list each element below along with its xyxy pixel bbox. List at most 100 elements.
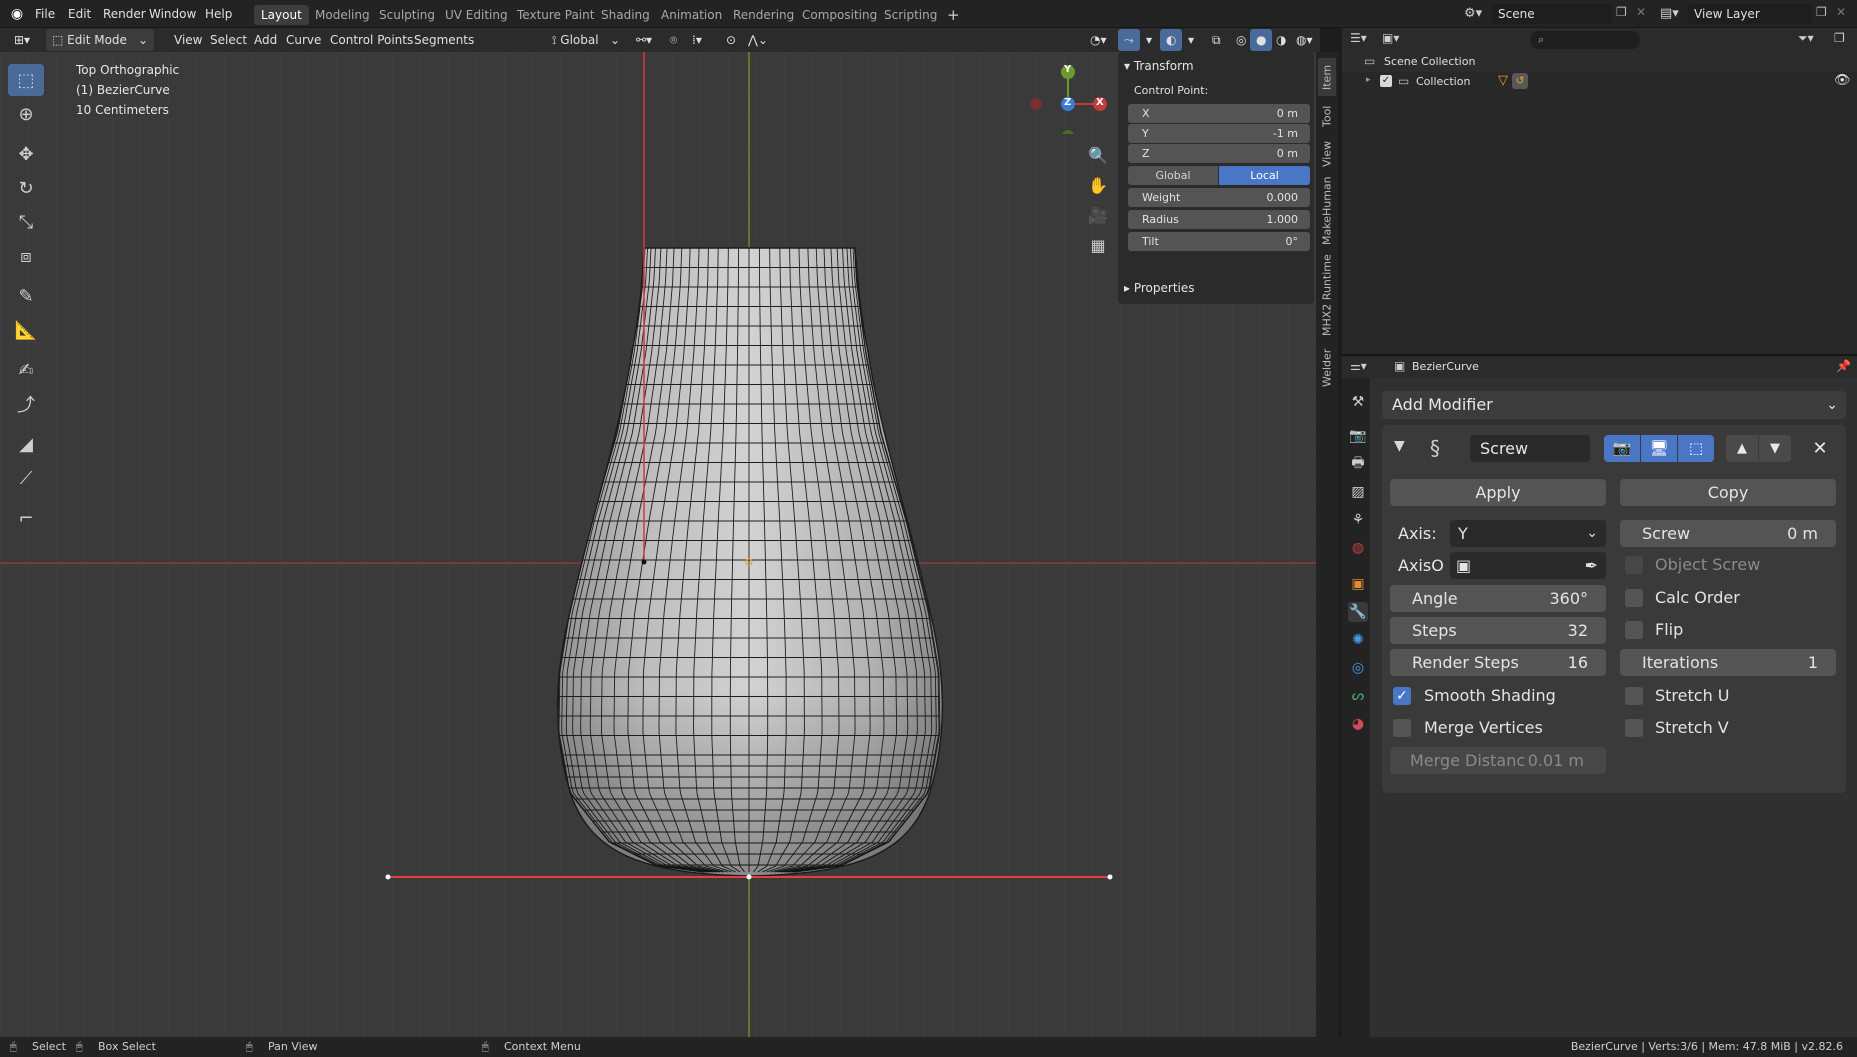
delete-scene-icon[interactable]: ✕	[1636, 5, 1652, 21]
display-mode-icon[interactable]: ▣▾	[1382, 31, 1399, 45]
tab-view[interactable]: View	[1318, 136, 1336, 172]
viewport-toggle-monitor-icon[interactable]: 🖥	[1641, 435, 1677, 462]
particles-properties-icon[interactable]: ✺	[1348, 630, 1368, 650]
xray-icon[interactable]: ⧉	[1206, 29, 1227, 51]
tab-shading[interactable]: Shading	[594, 5, 657, 25]
tab-welder[interactable]: Welder	[1318, 344, 1336, 392]
menu-select[interactable]: Select	[204, 29, 253, 51]
mode-dropdown[interactable]: ⬚ Edit Mode ⌄	[46, 29, 154, 51]
gizmo-z-label[interactable]: Z	[1064, 97, 1071, 108]
modifier-name-field[interactable]: Screw	[1470, 435, 1590, 462]
merge-vertices-checkbox[interactable]	[1393, 719, 1411, 737]
editor-type-icon[interactable]: ⊞▾	[8, 29, 36, 51]
handle-point-right[interactable]	[1107, 874, 1113, 880]
scale-tool-icon[interactable]: ⤡	[8, 206, 44, 238]
axis-object-field[interactable]: ▣ ✒	[1450, 552, 1606, 579]
control-point-handle[interactable]	[641, 559, 647, 565]
gizmo-x-label[interactable]: X	[1096, 97, 1104, 108]
flip-checkbox[interactable]	[1625, 621, 1643, 639]
handle-point-left[interactable]	[385, 874, 391, 880]
local-toggle[interactable]: Local	[1219, 166, 1310, 185]
extrude-tool-icon[interactable]: ⤴	[8, 388, 44, 420]
new-view-layer-icon[interactable]: ❐	[1816, 5, 1832, 21]
calc-order-checkbox[interactable]	[1625, 589, 1643, 607]
data-properties-icon[interactable]: ᔕ	[1348, 686, 1368, 706]
move-tool-icon[interactable]: ✥	[8, 138, 44, 170]
new-scene-icon[interactable]: ❐	[1616, 5, 1632, 21]
move-up-icon[interactable]: ▲	[1726, 435, 1758, 462]
snap-icon[interactable]: ⌾	[664, 29, 683, 51]
tab-item[interactable]: Item	[1318, 58, 1336, 96]
editmode-toggle-icon[interactable]: ⬚	[1678, 435, 1714, 462]
tab-scripting[interactable]: Scripting	[877, 5, 944, 25]
menu-curve[interactable]: Curve	[280, 29, 327, 51]
transform-panel-header[interactable]: ▾ Transform	[1124, 56, 1310, 76]
scene-properties-icon[interactable]: ⚘	[1348, 510, 1368, 530]
outliner-row-collection[interactable]: ▸ ✓ ▭ Collection ▽ ↺ 👁	[1342, 72, 1857, 92]
measure-tool-icon[interactable]: 📐	[8, 314, 44, 346]
proportional-edit-icon[interactable]: ⊙	[720, 29, 742, 51]
tab-uv-editing[interactable]: UV Editing	[438, 5, 515, 25]
tilt-tool-icon[interactable]: ⟋	[8, 462, 44, 494]
merge-distance-field[interactable]: Merge Distanc 0.01 m	[1390, 747, 1606, 774]
falloff-icon[interactable]: ⋀⌄	[742, 29, 774, 51]
tab-makehuman[interactable]: MakeHuman	[1318, 176, 1336, 246]
field-y[interactable]: Y -1 m	[1128, 124, 1310, 143]
material-properties-icon[interactable]: ◕	[1348, 714, 1368, 734]
rotate-tool-icon[interactable]: ↻	[8, 172, 44, 204]
apply-button[interactable]: Apply	[1390, 479, 1606, 506]
tab-compositing[interactable]: Compositing	[795, 5, 884, 25]
visibility-icon[interactable]: ◔▾	[1084, 29, 1113, 51]
field-tilt[interactable]: Tilt 0°	[1128, 232, 1310, 251]
add-modifier-dropdown[interactable]: Add Modifier ⌄	[1382, 391, 1846, 419]
world-properties-icon[interactable]: ◍	[1348, 538, 1368, 558]
outliner-editor-icon[interactable]: ☰▾	[1350, 31, 1367, 45]
field-x[interactable]: X0 m	[1128, 104, 1310, 123]
menu-view[interactable]: View	[168, 29, 208, 51]
screw-offset-field[interactable]: Screw 0 m	[1620, 520, 1836, 547]
delete-view-layer-icon[interactable]: ✕	[1836, 5, 1852, 21]
field-z[interactable]: Z0 m	[1128, 144, 1310, 163]
physics-properties-icon[interactable]: ◎	[1348, 658, 1368, 678]
expand-arrow-icon[interactable]: ▸	[1366, 75, 1371, 85]
tab-mhx2-runtime[interactable]: MHX2 Runtime	[1318, 250, 1336, 340]
3d-viewport[interactable]: Top Orthographic (1) BezierCurve 10 Cent…	[0, 52, 1320, 1037]
checkbox-icon[interactable]: ✓	[1380, 75, 1392, 87]
snap-target-icon[interactable]: ⁞▾	[686, 29, 708, 51]
menu-add[interactable]: Add	[248, 29, 283, 51]
menu-segments[interactable]: Segments	[408, 29, 480, 51]
blender-logo-icon[interactable]: ◉	[8, 5, 26, 23]
smooth-shading-checkbox[interactable]: ✓	[1393, 687, 1411, 705]
field-radius[interactable]: Radius 1.000	[1128, 210, 1310, 229]
pin-icon[interactable]: 📌	[1836, 359, 1851, 373]
global-toggle[interactable]: Global	[1128, 166, 1218, 185]
field-weight[interactable]: Weight 0.000	[1128, 188, 1310, 207]
menu-file[interactable]: File	[30, 4, 60, 24]
scene-name-field[interactable]: Scene	[1492, 4, 1612, 24]
render-toggle-camera-icon[interactable]: 📷	[1604, 435, 1640, 462]
properties-panel-header[interactable]: ▸ Properties	[1124, 278, 1310, 298]
ortho-grid-icon[interactable]: ▦	[1086, 236, 1110, 260]
gizmo-toggle-icon[interactable]: ⤳	[1118, 29, 1140, 51]
add-workspace-button[interactable]: +	[940, 5, 967, 25]
radius-tool-icon[interactable]: ◢	[8, 428, 44, 460]
tool-properties-icon[interactable]: ⚒	[1348, 392, 1368, 412]
stretch-v-checkbox[interactable]	[1625, 719, 1643, 737]
render-properties-icon[interactable]: 📷	[1348, 426, 1368, 446]
copy-button[interactable]: Copy	[1620, 479, 1836, 506]
remove-modifier-close-icon[interactable]: ✕	[1808, 437, 1832, 461]
transform-tool-icon[interactable]: ⧈	[8, 240, 44, 272]
eye-icon[interactable]: 👁	[1834, 73, 1851, 88]
stretch-u-checkbox[interactable]	[1625, 687, 1643, 705]
iterations-field[interactable]: Iterations 1	[1620, 649, 1836, 676]
menu-window[interactable]: Window	[144, 4, 201, 24]
select-box-tool-icon[interactable]: ⬚	[8, 64, 44, 96]
angle-field[interactable]: Angle 360°	[1390, 585, 1606, 612]
control-point-selected[interactable]	[746, 874, 752, 880]
view-layer-field[interactable]: View Layer	[1688, 4, 1812, 24]
move-down-icon[interactable]: ▼	[1759, 435, 1791, 462]
camera-icon[interactable]: 🎥	[1086, 206, 1110, 230]
view-layer-icon[interactable]: ▤▾	[1660, 5, 1682, 23]
orientation-dropdown[interactable]: ⟟ Global ⌄	[546, 29, 624, 51]
properties-editor-icon[interactable]: ⚌▾	[1350, 359, 1367, 373]
